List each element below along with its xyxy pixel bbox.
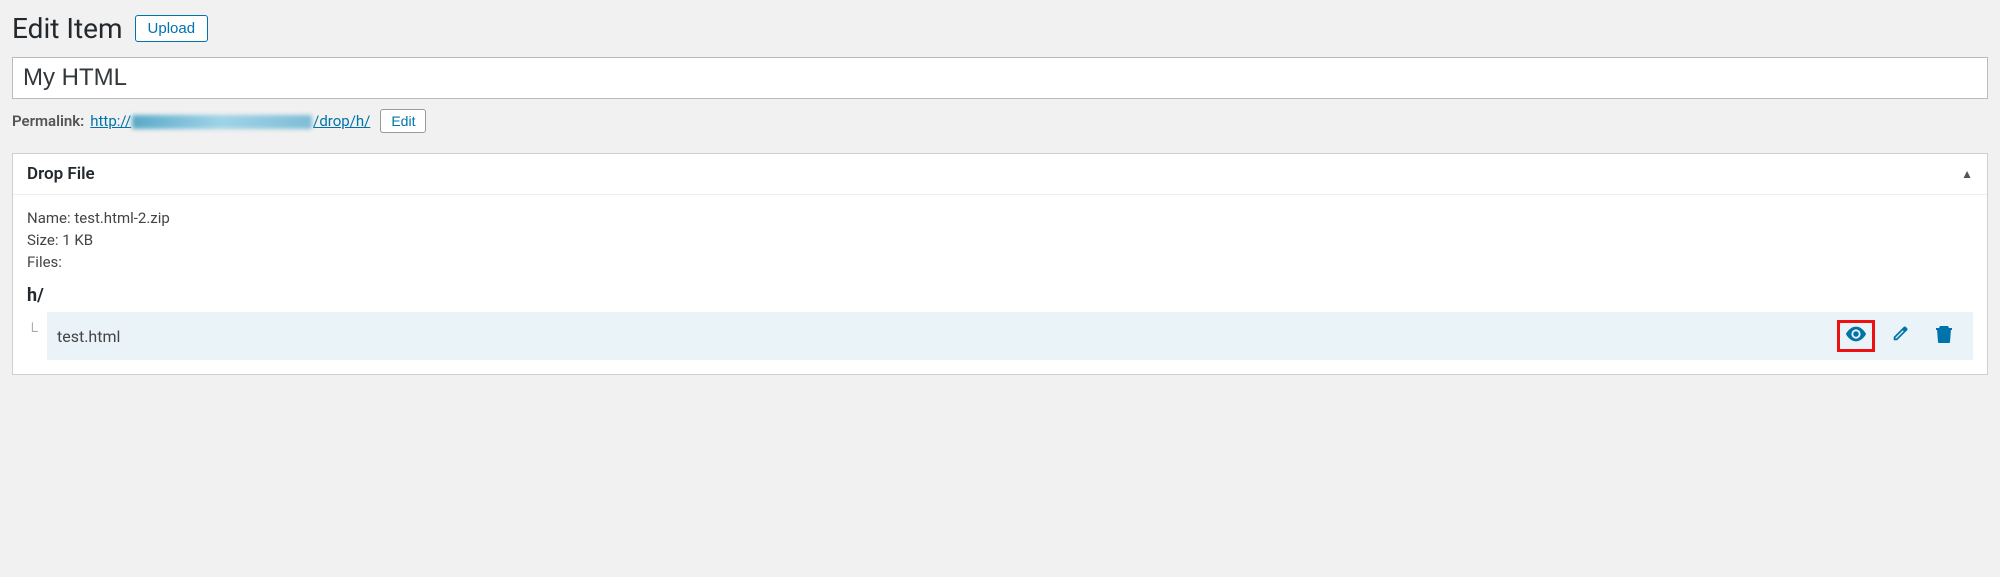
upload-button[interactable]: Upload (135, 15, 209, 42)
trash-icon (1936, 325, 1952, 347)
file-size-line: Size: 1 KB (27, 231, 1973, 249)
edit-file-button[interactable] (1881, 320, 1919, 352)
edit-permalink-button[interactable]: Edit (380, 109, 426, 133)
file-entry-name: test.html (57, 327, 120, 346)
chevron-up-icon: ▲ (1961, 167, 1973, 181)
file-name-label: Name: (27, 209, 71, 227)
permalink-label: Permalink: (12, 112, 84, 130)
pencil-icon (1891, 325, 1909, 347)
tree-elbow: └ (27, 312, 47, 360)
file-size-label: Size: (27, 231, 58, 249)
permalink-row: Permalink: http:// /drop/h/ Edit (12, 109, 1988, 133)
collapse-toggle[interactable]: ▲ (1961, 167, 1973, 181)
drop-file-box: Drop File ▲ Name: test.html-2.zip Size: … (12, 153, 1988, 375)
view-file-button[interactable] (1837, 320, 1875, 352)
page-title: Edit Item (12, 12, 123, 45)
folder-name: h/ (27, 285, 1973, 306)
title-input[interactable] (12, 57, 1988, 99)
redacted-domain (132, 115, 312, 129)
file-row: test.html (47, 312, 1973, 360)
drop-file-header: Drop File ▲ (13, 154, 1987, 195)
drop-file-title: Drop File (27, 164, 95, 184)
eye-icon (1845, 326, 1867, 346)
file-size-value: 1 KB (62, 231, 93, 249)
files-label-line: Files: (27, 253, 1973, 271)
permalink-url-suffix: /drop/h/ (313, 112, 370, 130)
files-label: Files: (27, 253, 62, 271)
permalink-url-prefix: http:// (90, 112, 131, 130)
file-name-line: Name: test.html-2.zip (27, 209, 1973, 227)
delete-file-button[interactable] (1925, 320, 1963, 352)
file-name-value: test.html-2.zip (74, 209, 169, 227)
permalink-link[interactable]: http:// /drop/h/ (90, 112, 370, 130)
